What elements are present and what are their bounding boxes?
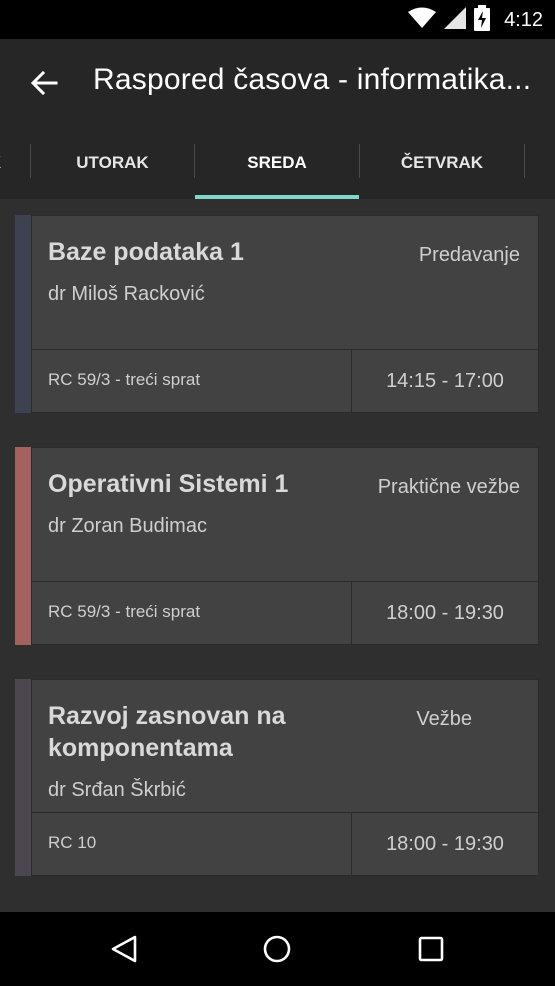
status-bar: 4:12 <box>0 0 555 39</box>
status-time: 4:12 <box>504 8 543 31</box>
class-title: Operativni Sistemi 1 <box>48 470 289 498</box>
class-title-line-2: komponentama <box>48 734 233 762</box>
card-body: Baze podataka 1 Predavanje dr Miloš Rack… <box>31 215 539 413</box>
card-footer: RC 10 18:00 - 19:30 <box>32 812 538 875</box>
recents-square-icon[interactable] <box>408 926 454 972</box>
class-professor: dr Zoran Budimac <box>48 515 207 537</box>
tab-cetvrtak[interactable]: ČETVRAK <box>360 126 524 199</box>
class-room: RC 10 <box>48 833 97 852</box>
arrow-back-icon[interactable] <box>22 61 66 105</box>
class-professor: dr Miloš Racković <box>48 283 205 305</box>
class-room: RC 59/3 - treći sprat <box>48 370 201 389</box>
card-body: Razvoj zasnovan na komponentama Vežbe dr… <box>31 679 539 876</box>
class-type: Praktične vežbe <box>377 476 520 498</box>
tab-sreda[interactable]: SREDA <box>195 126 359 199</box>
system-nav-bar <box>0 912 555 986</box>
card-color-stripe <box>15 679 31 876</box>
card-footer: RC 59/3 - treći sprat 18:00 - 19:30 <box>32 581 538 644</box>
class-card[interactable]: Baze podataka 1 Predavanje dr Miloš Rack… <box>15 215 539 413</box>
page-title: Raspored časova - informatika... <box>93 63 532 96</box>
class-time: 18:00 - 19:30 <box>351 582 538 644</box>
app-bar: Raspored časova - informatika... <box>0 39 555 126</box>
class-time: 18:00 - 19:30 <box>351 813 538 875</box>
tab-divider <box>524 144 525 178</box>
card-body: Operativni Sistemi 1 Praktične vežbe dr … <box>31 447 539 645</box>
card-footer: RC 59/3 - treći sprat 14:15 - 17:00 <box>32 349 538 412</box>
class-room: RC 59/3 - treći sprat <box>48 602 201 621</box>
tab-utorak[interactable]: UTORAK <box>31 126 194 199</box>
class-time: 14:15 - 17:00 <box>351 350 538 412</box>
class-title-line-1: Razvoj zasnovan na <box>48 702 286 730</box>
back-triangle-icon[interactable] <box>101 926 147 972</box>
card-color-stripe <box>15 215 31 413</box>
tab-ponedeljak-partial[interactable]: K <box>0 126 10 199</box>
schedule-list[interactable]: Baze podataka 1 Predavanje dr Miloš Rack… <box>0 199 555 912</box>
wifi-icon <box>408 7 437 34</box>
home-circle-icon[interactable] <box>254 926 300 972</box>
battery-charging-icon <box>474 4 491 36</box>
class-type: Predavanje <box>418 244 520 266</box>
class-professor: dr Srđan Škrbić <box>48 779 186 801</box>
class-type: Vežbe <box>416 708 472 730</box>
class-card[interactable]: Razvoj zasnovan na komponentama Vežbe dr… <box>15 679 539 876</box>
day-tabs: K UTORAK SREDA ČETVRAK <box>0 126 555 199</box>
class-title: Baze podataka 1 <box>48 238 244 266</box>
signal-icon <box>444 6 467 34</box>
class-card[interactable]: Operativni Sistemi 1 Praktične vežbe dr … <box>15 447 539 645</box>
status-icons: 4:12 <box>408 4 543 36</box>
card-color-stripe <box>15 447 31 645</box>
